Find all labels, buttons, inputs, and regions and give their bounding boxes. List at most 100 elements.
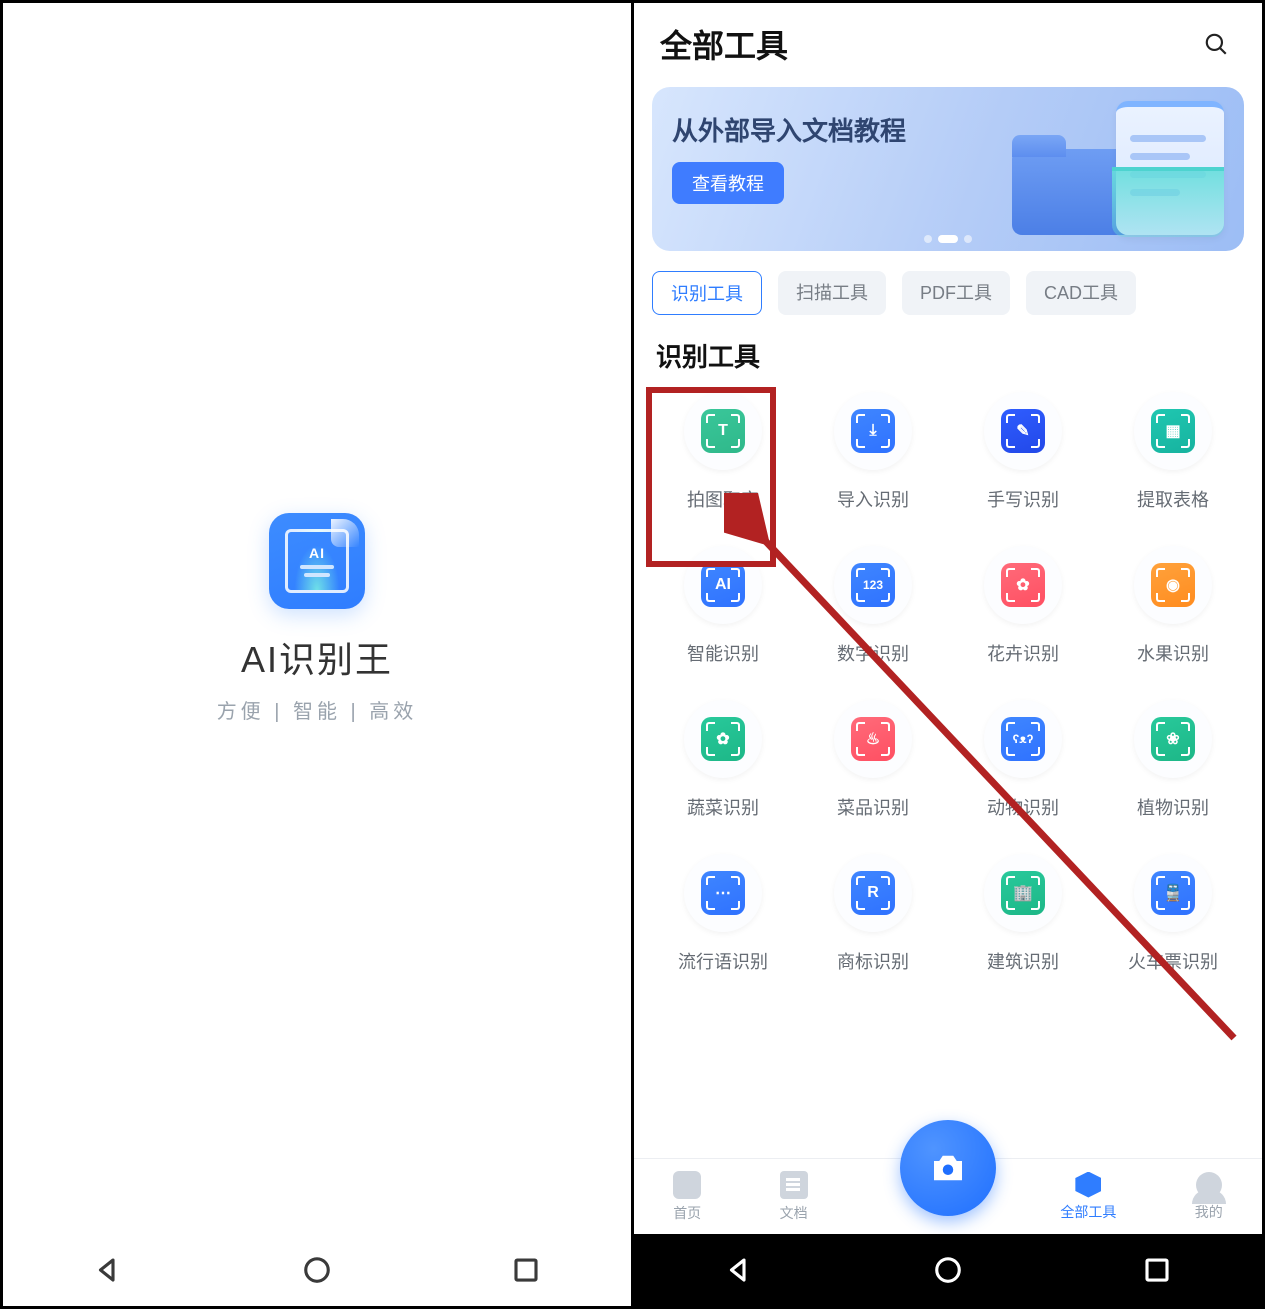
tool-label: 手写识别 — [987, 486, 1059, 512]
tool-label: 数字识别 — [837, 640, 909, 666]
tool-item[interactable]: AI 智能识别 — [648, 538, 798, 674]
tool-icon-circle: ♨ — [834, 700, 912, 778]
category-tabs: 识别工具扫描工具 PDF工具 CAD工具 — [634, 257, 1262, 319]
android-system-nav — [634, 1234, 1262, 1306]
app-logo-icon: AI — [269, 513, 365, 609]
tool-icon-circle: 🚆 — [1134, 854, 1212, 932]
banner-illustration — [1002, 97, 1232, 247]
app-name: AI识别王 — [241, 631, 393, 683]
tool-icon: AI — [701, 563, 745, 607]
tool-item[interactable]: ✿ 花卉识别 — [948, 538, 1098, 674]
tool-item[interactable]: T 拍图取字 — [648, 384, 798, 520]
tool-icon: ▦ — [1151, 409, 1195, 453]
nav-home[interactable]: 首页 — [673, 1171, 701, 1223]
tool-icon-circle: AI — [684, 546, 762, 624]
tool-icon: ♨ — [851, 717, 895, 761]
sys-home-icon[interactable] — [930, 1252, 966, 1288]
tool-label: 建筑识别 — [987, 948, 1059, 974]
tool-item[interactable]: ♨菜品识别 — [798, 692, 948, 828]
category-tab[interactable]: PDF工具 — [902, 271, 1010, 315]
tool-label: 智能识别 — [687, 640, 759, 666]
tool-item[interactable]: 🚆 火车票识别 — [1098, 846, 1248, 982]
tool-item[interactable]: 🏢 建筑识别 — [948, 846, 1098, 982]
tool-icon-circle: ◉ — [1134, 546, 1212, 624]
tool-icon: 123 — [851, 563, 895, 607]
tool-icon-circle: R — [834, 854, 912, 932]
sys-recent-icon[interactable] — [1139, 1252, 1175, 1288]
tool-icon-circle: ❀ — [1134, 700, 1212, 778]
tool-label: 商标识别 — [837, 948, 909, 974]
tool-icon-circle: ✿ — [984, 546, 1062, 624]
tool-label: 提取表格 — [1137, 486, 1209, 512]
sys-recent-icon[interactable] — [508, 1252, 544, 1288]
tool-icon: ⋯ — [701, 871, 745, 915]
splash-area: AI AI识别王 方便 | 智能 | 高效 — [3, 3, 631, 1234]
app-tagline: 方便 | 智能 | 高效 — [217, 695, 418, 724]
tool-icon-circle: ʕᴥʔ — [984, 700, 1062, 778]
tool-icon: ʕᴥʔ — [1001, 717, 1045, 761]
camera-icon — [927, 1147, 969, 1189]
nav-all-tools[interactable]: 全部工具 — [1060, 1172, 1116, 1222]
tool-item[interactable]: ⋯ 流行语识别 — [648, 846, 798, 982]
tool-label: 水果识别 — [1137, 640, 1209, 666]
tool-icon: R — [851, 871, 895, 915]
tool-icon: ⤓ — [851, 409, 895, 453]
user-icon — [1196, 1172, 1222, 1198]
android-system-nav — [3, 1234, 631, 1306]
tools-icon — [1075, 1172, 1101, 1198]
tool-item[interactable]: ▦ 提取表格 — [1098, 384, 1248, 520]
tool-icon: 🚆 — [1151, 871, 1195, 915]
tool-label: 植物识别 — [1137, 794, 1209, 820]
home-icon — [673, 1171, 701, 1199]
section-title: 识别工具 — [634, 319, 1262, 374]
tool-item[interactable]: ✎ 手写识别 — [948, 384, 1098, 520]
tool-item[interactable]: R 商标识别 — [798, 846, 948, 982]
tool-icon: ✿ — [701, 717, 745, 761]
tool-item[interactable]: ʕᴥʔ 动物识别 — [948, 692, 1098, 828]
header: 全部工具 — [634, 3, 1262, 73]
camera-fab[interactable] — [900, 1120, 996, 1216]
phone-right-tools: 全部工具 从外部导入文档教程 查看教程 识别工具扫描工具 PDF工具 CAD工具 — [631, 3, 1262, 1306]
tool-icon-circle: ⋯ — [684, 854, 762, 932]
tool-icon-circle: T — [684, 392, 762, 470]
tool-icon-circle: 123 — [834, 546, 912, 624]
category-tab[interactable]: 扫描工具 — [778, 271, 886, 315]
nav-mine[interactable]: 我的 — [1195, 1172, 1223, 1222]
tool-icon: ❀ — [1151, 717, 1195, 761]
tool-item[interactable]: ❀ 植物识别 — [1098, 692, 1248, 828]
tool-label: 拍图取字 — [687, 486, 759, 512]
app-logo-text: AI — [309, 545, 325, 561]
search-button[interactable] — [1196, 24, 1236, 64]
tool-label: 流行语识别 — [678, 948, 768, 974]
tool-icon: T — [701, 409, 745, 453]
tool-label: 动物识别 — [987, 794, 1059, 820]
tool-icon-circle: ✿ — [684, 700, 762, 778]
tool-item[interactable]: ✿ 蔬菜识别 — [648, 692, 798, 828]
tool-icon: 🏢 — [1001, 871, 1045, 915]
phone-left-splash: AI AI识别王 方便 | 智能 | 高效 — [3, 3, 631, 1306]
tool-item[interactable]: 123 数字识别 — [798, 538, 948, 674]
page-title: 全部工具 — [660, 21, 788, 67]
tool-label: 火车票识别 — [1128, 948, 1218, 974]
search-icon — [1203, 31, 1229, 57]
tool-icon: ✎ — [1001, 409, 1045, 453]
tools-screen: 全部工具 从外部导入文档教程 查看教程 识别工具扫描工具 PDF工具 CAD工具 — [634, 3, 1262, 1234]
sys-home-icon[interactable] — [299, 1252, 335, 1288]
tool-icon-circle: ✎ — [984, 392, 1062, 470]
nav-docs[interactable]: 文档 — [780, 1171, 808, 1223]
tool-item[interactable]: ⤓ 导入识别 — [798, 384, 948, 520]
tools-grid: T 拍图取字 ⤓ 导入识别 ✎ 手写识别 ▦ 提取表格 AI 智能识别 123 数字识别 ✿ 花卉识别 ◉ 水… — [634, 374, 1262, 982]
tool-label: 导入识别 — [837, 486, 909, 512]
tutorial-banner[interactable]: 从外部导入文档教程 查看教程 — [652, 87, 1244, 251]
banner-view-button[interactable]: 查看教程 — [672, 162, 784, 204]
sys-back-icon[interactable] — [90, 1252, 126, 1288]
sys-back-icon[interactable] — [721, 1252, 757, 1288]
document-icon — [780, 1171, 808, 1199]
tool-label: 花卉识别 — [987, 640, 1059, 666]
tool-item[interactable]: ◉ 水果识别 — [1098, 538, 1248, 674]
nav-label: 全部工具 — [1060, 1202, 1116, 1222]
category-tab[interactable]: 识别工具 — [652, 271, 762, 315]
category-tab[interactable]: CAD工具 — [1026, 271, 1136, 315]
tool-label: 蔬菜识别 — [687, 794, 759, 820]
carousel-dots — [924, 235, 972, 243]
